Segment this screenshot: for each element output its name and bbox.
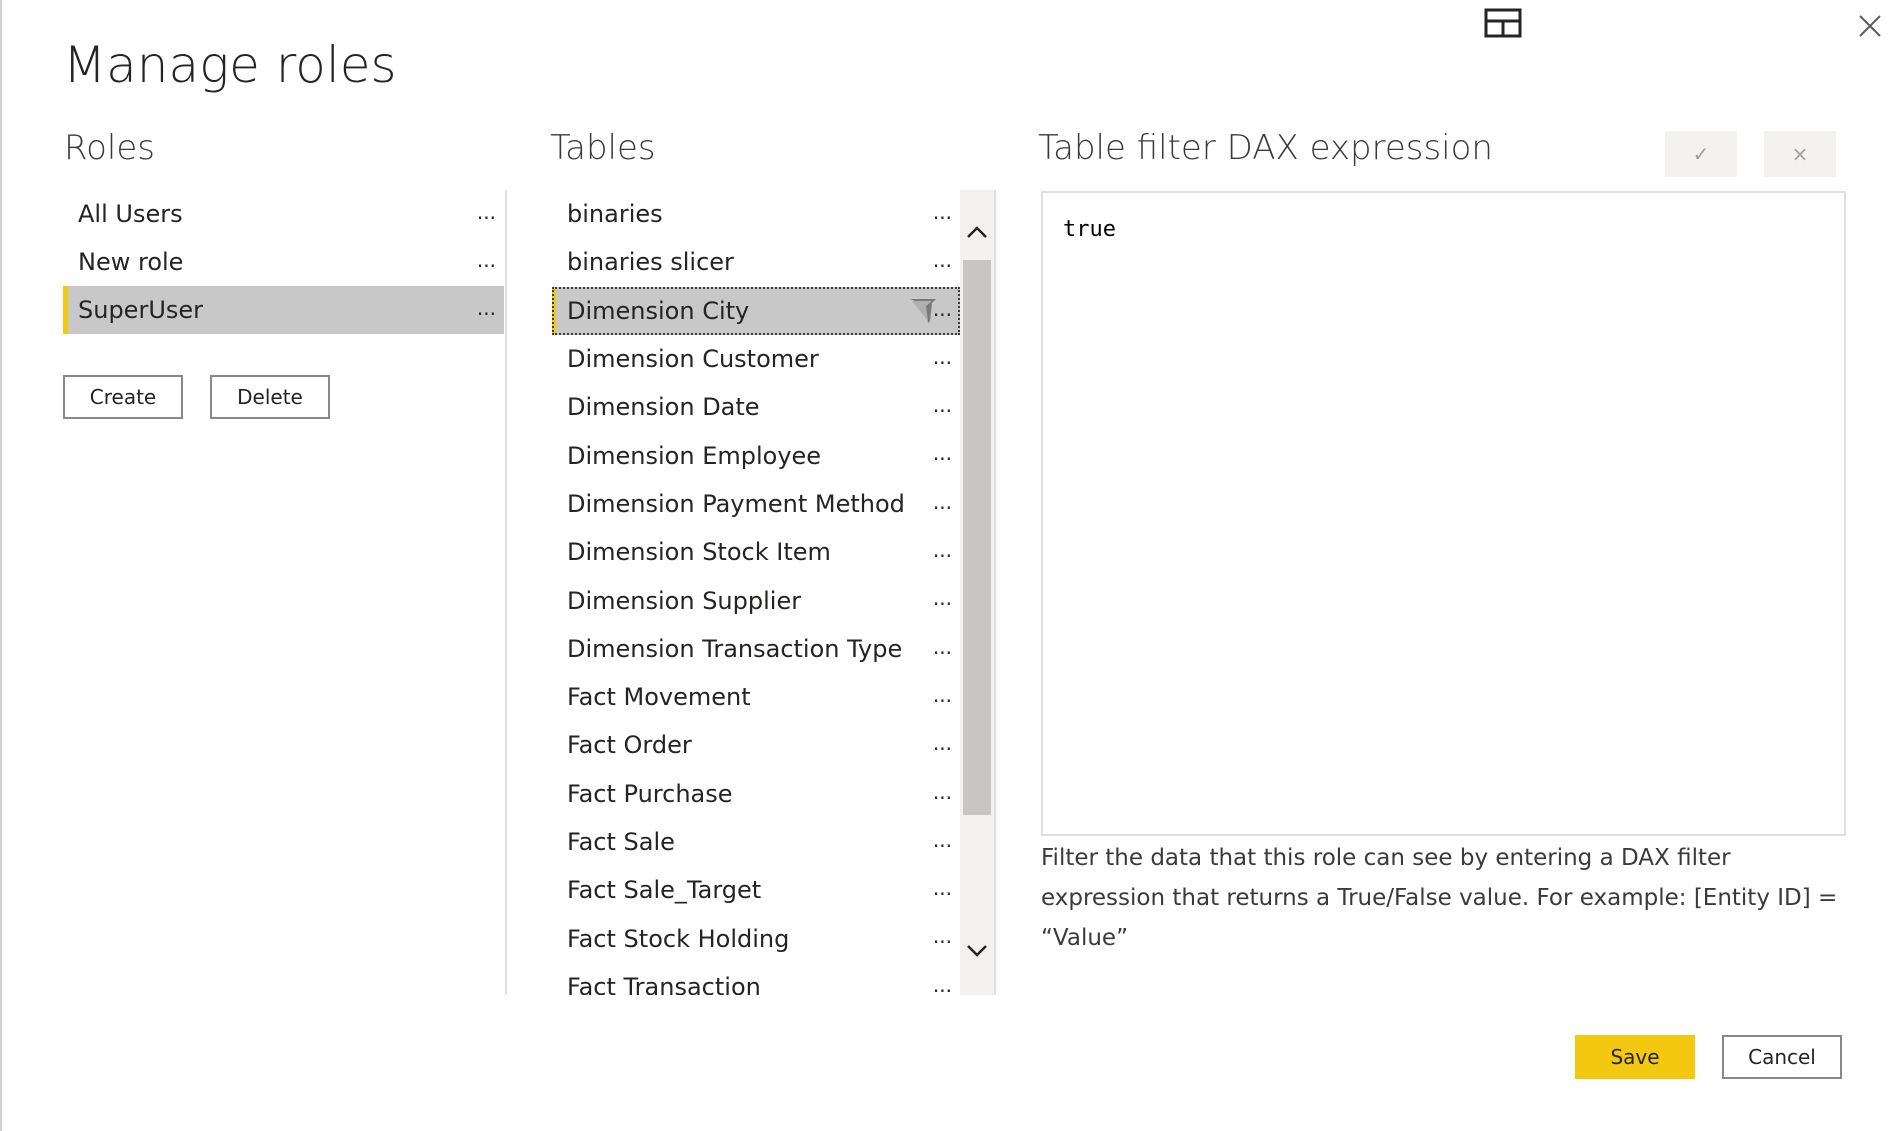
table-item[interactable]: Dimension Date ... [552,383,960,431]
table-label: Dimension Stock Item [567,538,831,567]
table-item[interactable]: binaries slicer ... [552,238,960,286]
table-item[interactable]: Fact Purchase ... [552,770,960,818]
role-more-button[interactable]: ... [477,200,496,224]
table-item[interactable]: binaries ... [552,190,960,238]
roles-header: Roles [64,128,155,168]
tables-list-viewport: binaries ... binaries slicer ... Dimensi… [552,190,960,995]
table-more-button[interactable]: ... [933,490,952,514]
save-button[interactable]: Save [1575,1035,1695,1079]
checkmark-icon: ✓ [1692,142,1710,166]
create-role-button[interactable]: Create [63,375,183,419]
table-label: Dimension Customer [567,345,819,374]
table-item[interactable]: Dimension Customer ... [552,335,960,383]
dax-cancel-button[interactable]: × [1764,131,1836,177]
table-label: Dimension Supplier [567,586,802,615]
close-icon: × [1791,142,1809,166]
role-label: New role [78,248,184,276]
table-item[interactable]: Fact Order ... [552,721,960,769]
table-item[interactable]: Fact Transaction ... [552,963,960,995]
table-label: Fact Purchase [567,779,733,808]
table-label: Dimension Payment Method [567,489,905,518]
table-label: Fact Stock Holding [567,924,790,953]
table-label: Dimension Transaction Type [567,634,903,663]
table-label: Dimension Date [567,393,760,422]
table-item-selected[interactable]: Dimension City ... [552,286,960,335]
role-label: SuperUser [78,296,204,324]
role-item-new-role[interactable]: New role ... [63,238,504,286]
role-more-button[interactable]: ... [477,296,496,320]
table-more-button[interactable]: ... [933,973,952,995]
table-more-button[interactable]: ... [933,586,952,610]
table-more-button[interactable]: ... [933,635,952,659]
table-more-button[interactable]: ... [933,780,952,804]
table-more-button[interactable]: ... [933,441,952,465]
table-label: Fact Movement [567,683,751,712]
table-more-button[interactable]: ... [933,248,952,272]
role-more-button[interactable]: ... [477,248,496,272]
table-item[interactable]: Dimension Payment Method ... [552,480,960,528]
dialog-title: Manage roles [63,36,397,94]
close-icon [1859,15,1881,37]
dax-confirm-button[interactable]: ✓ [1665,131,1737,177]
dax-expression-text: true [1063,217,1116,242]
table-item[interactable]: Fact Sale_Target ... [552,866,960,914]
scrollbar-thumb[interactable] [963,260,991,815]
role-item-superuser[interactable]: SuperUser ... [63,286,504,334]
table-more-button[interactable]: ... [933,876,952,900]
table-more-button[interactable]: ... [933,345,952,369]
scroll-up-button[interactable] [960,218,994,246]
table-more-button[interactable]: ... [933,731,952,755]
tables-scrollbar[interactable] [960,190,994,995]
table-item[interactable]: Dimension Transaction Type ... [552,625,960,673]
table-item[interactable]: Fact Movement ... [552,673,960,721]
tables-list: binaries ... binaries slicer ... Dimensi… [552,190,960,995]
table-item[interactable]: Fact Sale ... [552,818,960,866]
table-label: binaries [567,200,663,229]
table-more-button[interactable]: ... [933,683,952,707]
scroll-down-button[interactable] [960,937,994,965]
table-label: Dimension City [567,296,750,325]
chevron-down-icon [967,945,987,957]
table-label: Fact Sale [567,828,675,856]
table-more-button[interactable]: ... [933,828,952,852]
close-button[interactable] [1850,6,1890,46]
chevron-up-icon [967,226,987,238]
table-more-button[interactable]: ... [933,297,952,321]
table-label: Fact Sale_Target [567,876,762,905]
tables-header: Tables [550,128,656,168]
manage-roles-dialog: Manage roles Roles All Users ... New rol… [0,0,1895,1131]
delete-role-button[interactable]: Delete [210,375,330,419]
table-more-button[interactable]: ... [933,393,952,417]
table-more-button[interactable]: ... [933,538,952,562]
dax-expression-editor[interactable]: true [1041,191,1846,836]
role-label: All Users [78,200,183,228]
table-item[interactable]: Dimension Employee ... [552,431,960,479]
roles-divider [505,190,507,995]
table-item[interactable]: Dimension Stock Item ... [552,528,960,576]
dax-header: Table filter DAX expression [1038,128,1493,168]
cancel-button[interactable]: Cancel [1722,1035,1842,1079]
table-more-button[interactable]: ... [933,924,952,948]
table-item[interactable]: Fact Stock Holding ... [552,914,960,962]
layout-panels-icon[interactable] [1484,8,1524,40]
tables-divider [994,190,996,995]
table-label: Fact Transaction [567,972,761,995]
table-more-button[interactable]: ... [933,200,952,224]
roles-list: All Users ... New role ... SuperUser ... [63,190,504,334]
dax-help-text: Filter the data that this role can see b… [1041,845,1838,951]
table-label: Dimension Employee [567,441,822,470]
table-label: Fact Order [567,731,692,760]
table-label: binaries slicer [567,248,734,277]
table-item[interactable]: Dimension Supplier ... [552,576,960,624]
role-item-all-users[interactable]: All Users ... [63,190,504,238]
